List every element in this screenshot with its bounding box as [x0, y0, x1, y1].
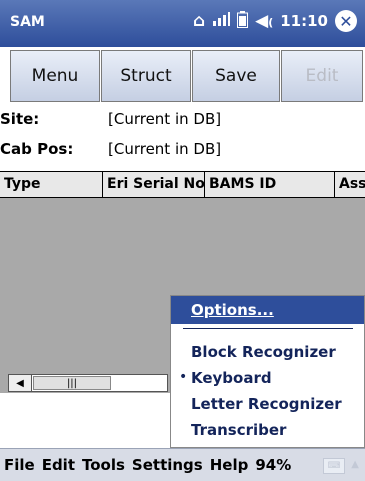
cab-pos-value[interactable]: [Current in DB]	[108, 140, 221, 158]
column-bams-id[interactable]: BAMS ID	[205, 172, 335, 197]
app-title: SAM	[10, 14, 45, 30]
block-recognizer-item[interactable]: Block Recognizer	[191, 343, 336, 361]
input-arrow-icon[interactable]: ▲	[351, 459, 359, 470]
grid-header: Type Eri Serial No BAMS ID Ass	[0, 172, 365, 198]
keyboard-item[interactable]: Keyboard	[191, 369, 272, 387]
status-area: ⌂ ◀( 11:10 ✕	[193, 10, 357, 32]
cab-pos-row: Cab Pos: [Current in DB]	[0, 140, 365, 165]
letter-recognizer-item[interactable]: Letter Recognizer	[191, 395, 342, 413]
signal-icon[interactable]	[212, 11, 231, 31]
input-method-popup: Options... Block Recognizer • Keyboard L…	[170, 295, 365, 448]
keyboard-icon[interactable]: ⌨	[323, 458, 345, 474]
cab-pos-label: Cab Pos:	[0, 140, 74, 158]
horizontal-scrollbar[interactable]: ◀ |||	[8, 374, 168, 392]
toolbar: Menu Struct Save Edit	[0, 47, 365, 107]
title-bar: SAM ⌂ ◀( 11:10 ✕	[0, 0, 365, 47]
site-row: Site: [Current in DB]	[0, 110, 365, 135]
edit-button[interactable]: Edit	[281, 50, 363, 102]
menu-bar: File Edit Tools Settings Help 94% ⌨ ▲	[0, 448, 365, 481]
menu-settings[interactable]: Settings	[132, 456, 203, 474]
menu-file[interactable]: File	[4, 456, 35, 474]
clock[interactable]: 11:10	[280, 12, 328, 30]
transcriber-item[interactable]: Transcriber	[191, 421, 286, 439]
popup-divider	[183, 328, 353, 329]
close-icon[interactable]: ✕	[335, 10, 357, 32]
menu-zoom[interactable]: 94%	[255, 456, 291, 474]
scroll-left-icon[interactable]: ◀	[9, 375, 32, 391]
menu-button[interactable]: Menu	[10, 50, 100, 102]
battery-icon[interactable]	[237, 10, 249, 32]
volume-icon[interactable]: ◀(	[255, 12, 273, 30]
menu-edit[interactable]: Edit	[42, 456, 75, 474]
menu-help[interactable]: Help	[210, 456, 249, 474]
options-menu-item[interactable]: Options...	[171, 296, 364, 324]
save-button[interactable]: Save	[192, 50, 280, 102]
struct-button[interactable]: Struct	[101, 50, 191, 102]
column-eri-serial-no[interactable]: Eri Serial No	[103, 172, 205, 197]
selected-bullet-icon: •	[179, 369, 188, 385]
scroll-thumb[interactable]: |||	[33, 376, 111, 390]
site-label: Site:	[0, 110, 40, 128]
home-icon[interactable]: ⌂	[193, 12, 205, 30]
site-value[interactable]: [Current in DB]	[108, 110, 221, 128]
menu-tools[interactable]: Tools	[82, 456, 125, 474]
column-ass[interactable]: Ass	[335, 172, 365, 197]
column-type[interactable]: Type	[0, 172, 103, 197]
